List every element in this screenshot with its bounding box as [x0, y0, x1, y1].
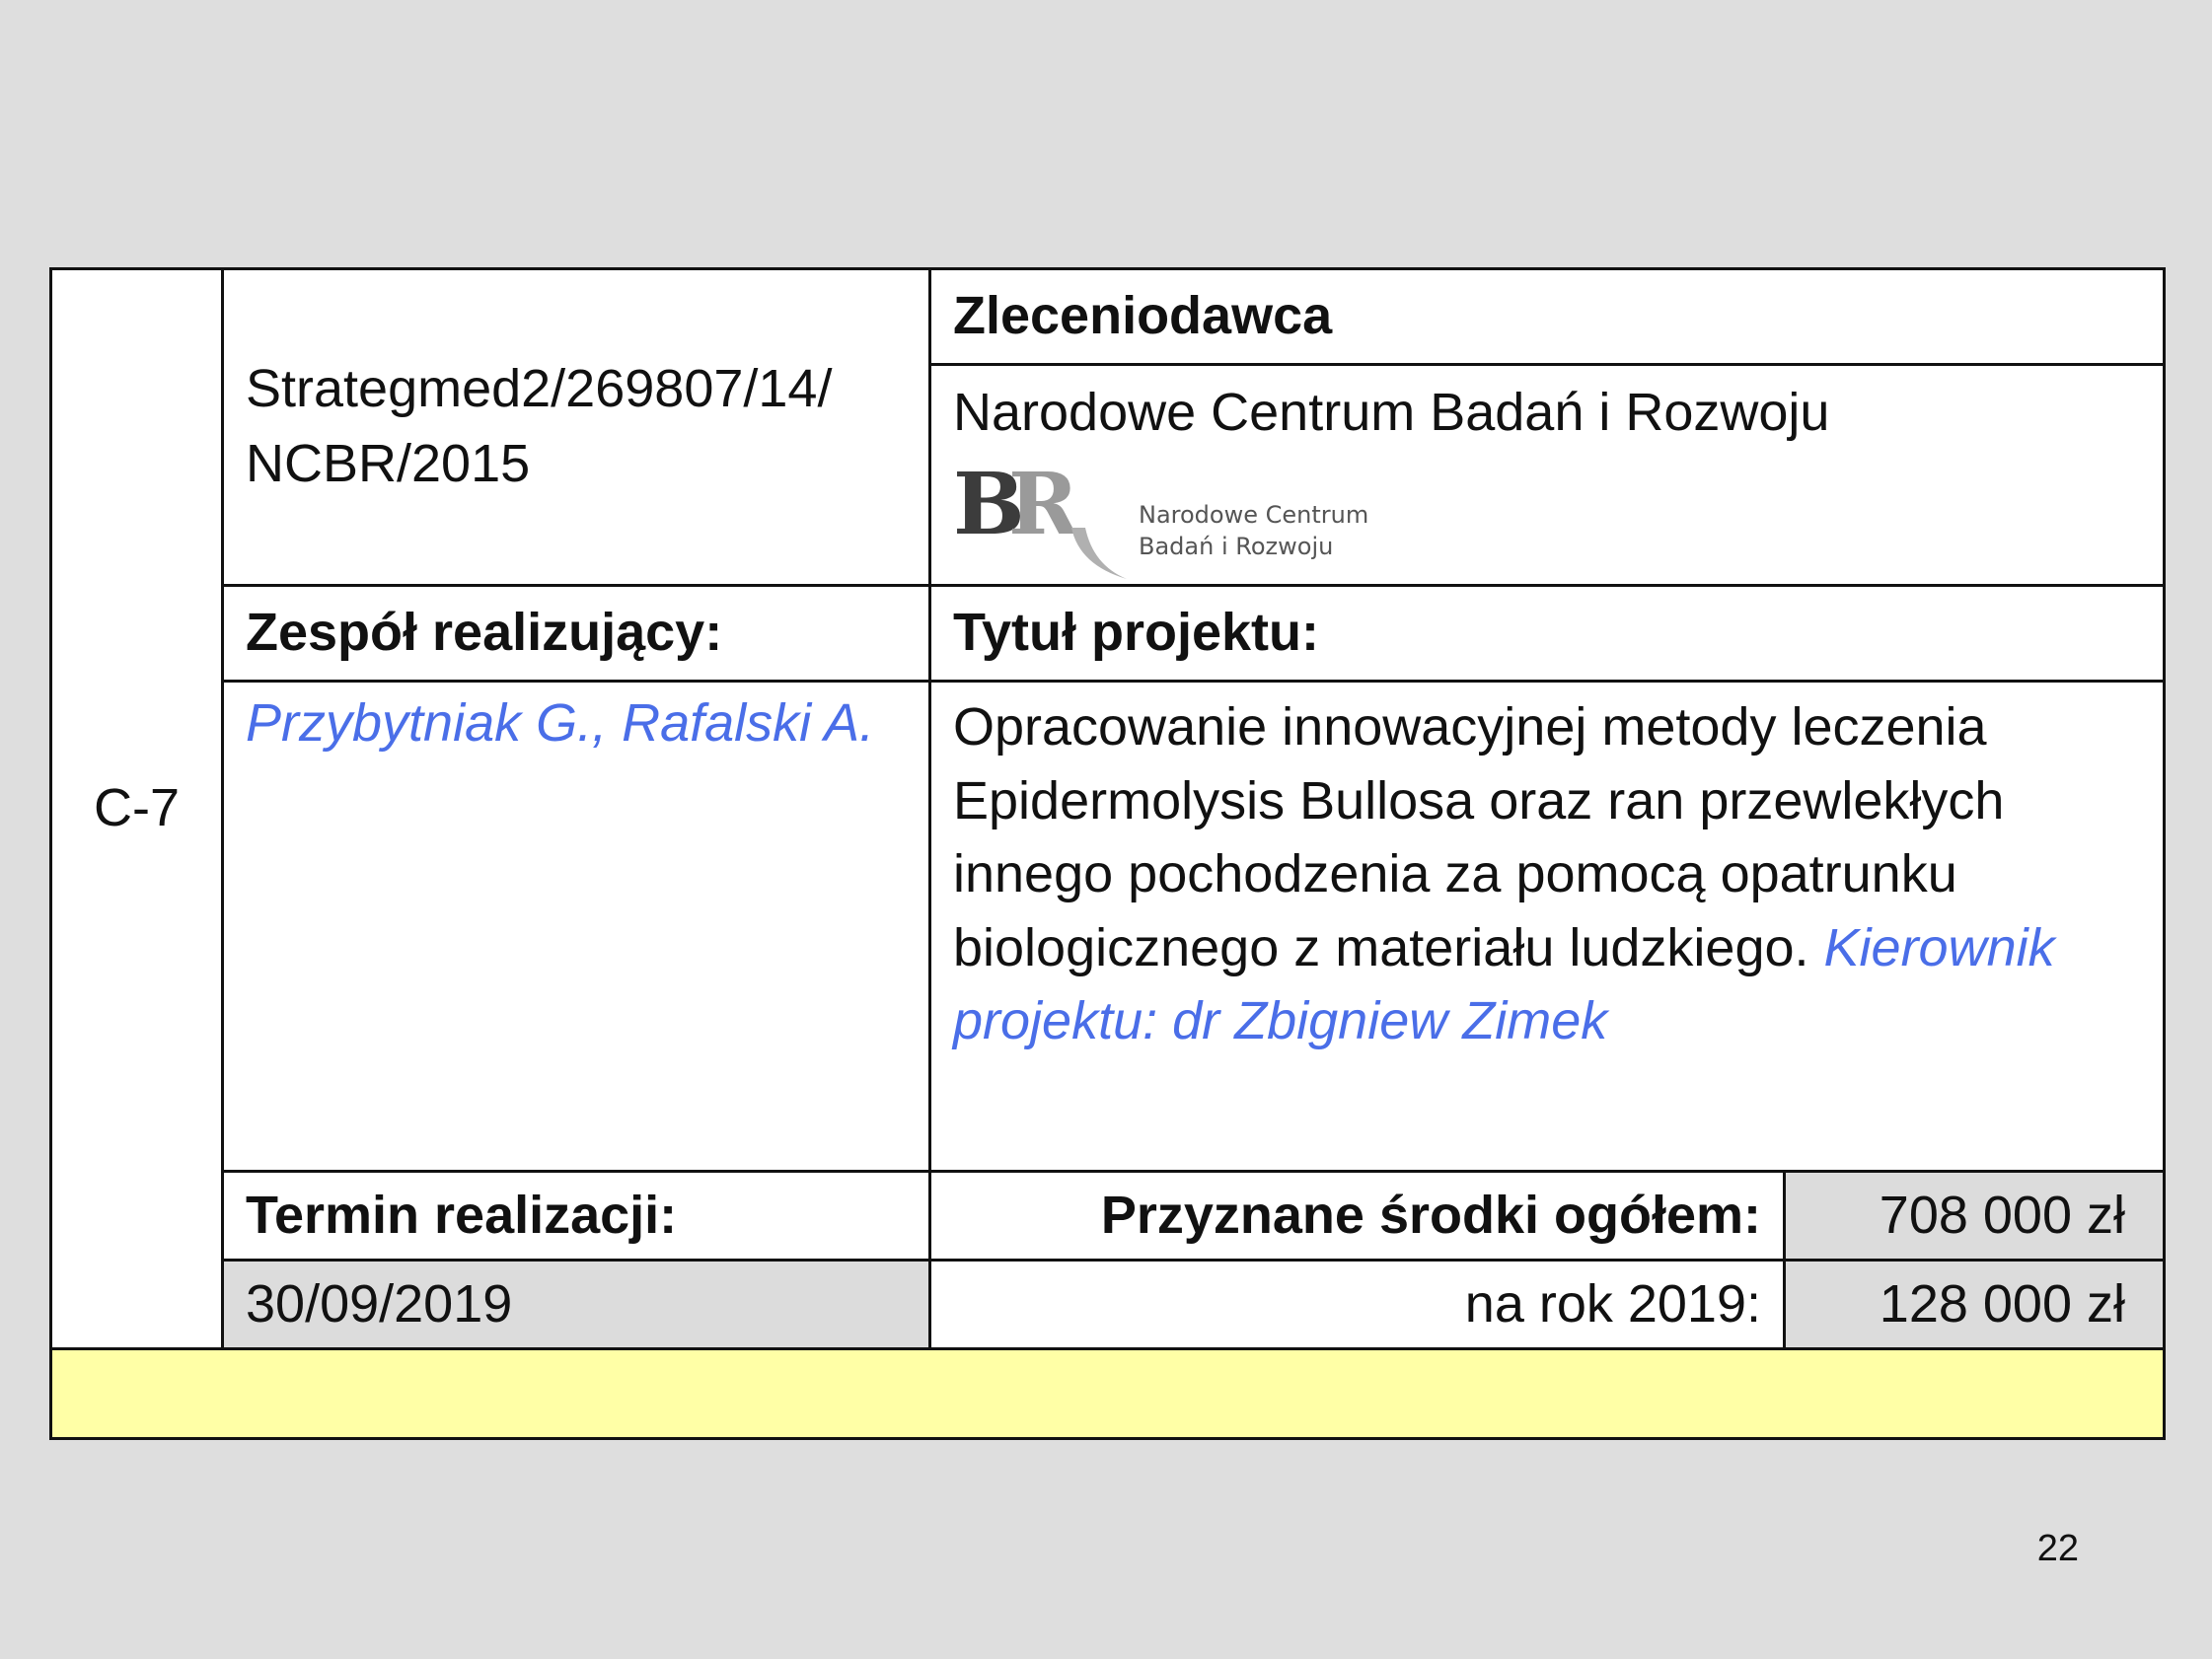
- team-members: Przybytniak G., Rafalski A.: [246, 693, 875, 753]
- funds-total-label-cell: Przyznane środki ogółem:: [928, 1170, 1786, 1262]
- project-title-header: Tytuł projektu:: [953, 603, 1319, 663]
- deadline-header: Termin realizacji:: [246, 1185, 678, 1245]
- funds-total-label: Przyznane środki ogółem:: [1100, 1185, 1761, 1245]
- contract-number-cell: Strategmed2/269807/14/ NCBR/2015: [221, 267, 931, 587]
- funds-total-value-cell: 708 000 zł: [1783, 1170, 2166, 1262]
- notes-row: [49, 1347, 2166, 1440]
- client-header-cell: Zleceniodawca: [928, 267, 2166, 366]
- funds-year-value-cell: 128 000 zł: [1783, 1259, 2166, 1350]
- contract-number-line1: Strategmed2/269807/14/: [246, 359, 833, 419]
- ncbr-logo-text: Narodowe Centrum Badań i Rozwoju: [1139, 499, 1368, 563]
- client-cell: Narodowe Centrum Badań i Rozwoju B R Nar…: [928, 363, 2166, 587]
- funds-total-value: 708 000 zł: [1879, 1185, 2125, 1245]
- row-id: C-7: [93, 778, 180, 838]
- funds-year-value: 128 000 zł: [1879, 1273, 2125, 1334]
- ncbr-logo: B R Narodowe Centrum Badań i Rozwoju: [953, 455, 2141, 583]
- page-number: 22: [2036, 1528, 2079, 1569]
- project-title-cell: Opracowanie innowacyjnej metody leczenia…: [928, 680, 2166, 1173]
- contract-number-line2: NCBR/2015: [246, 434, 531, 493]
- team-header-cell: Zespół realizujący:: [221, 584, 931, 683]
- funds-year-label: na rok 2019:: [1464, 1273, 1761, 1334]
- deadline-date: 30/09/2019: [246, 1273, 513, 1334]
- deadline-date-cell: 30/09/2019: [221, 1259, 931, 1350]
- ncbr-logo-text-line1: Narodowe Centrum: [1139, 500, 1369, 529]
- team-members-cell: Przybytniak G., Rafalski A.: [221, 680, 931, 1173]
- client-header: Zleceniodawca: [953, 286, 1333, 346]
- project-card-table: C-7 Strategmed2/269807/14/ NCBR/2015 Zle…: [49, 267, 2166, 1440]
- ncbr-logo-text-line2: Badań i Rozwoju: [1139, 533, 1334, 561]
- funds-year-label-cell: na rok 2019:: [928, 1259, 1786, 1350]
- deadline-header-cell: Termin realizacji:: [221, 1170, 931, 1262]
- ncbr-logo-mark-icon: B R: [953, 455, 1127, 579]
- project-title-header-cell: Tytuł projektu:: [928, 584, 2166, 683]
- client-name: Narodowe Centrum Badań i Rozwoju: [953, 383, 1830, 442]
- svg-text:R: R: [1008, 455, 1079, 554]
- row-id-cell: C-7: [49, 267, 224, 1350]
- team-header: Zespół realizujący:: [246, 603, 723, 663]
